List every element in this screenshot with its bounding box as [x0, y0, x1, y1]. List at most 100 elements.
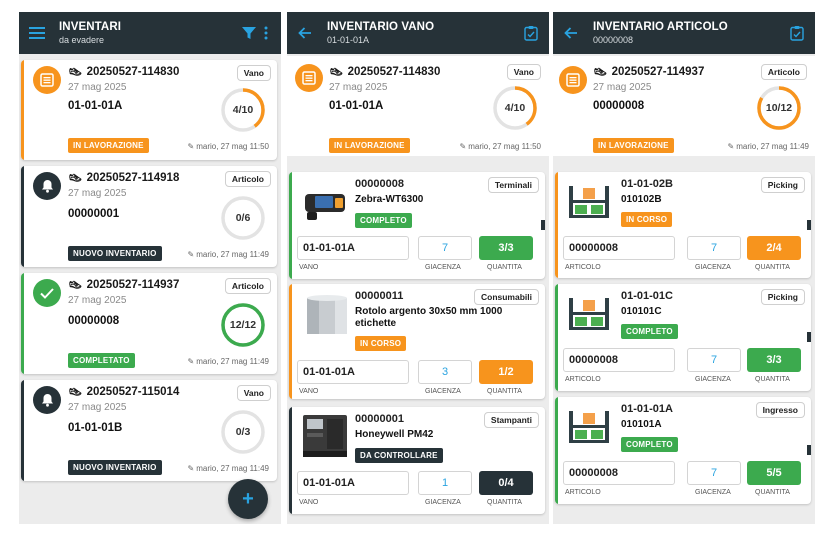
article-caption: ARTICOLO [565, 264, 601, 271]
location-card[interactable]: 01-01-01A 010101A Ingresso COMPLETO 0000… [555, 397, 811, 504]
type-chip: Articolo [760, 64, 807, 80]
bell-icon [33, 386, 61, 414]
label-roll-image [301, 294, 353, 338]
shelf-icon [567, 184, 619, 228]
progress-text: 0/6 [235, 212, 251, 224]
status-badge: COMPLETATO [68, 353, 135, 368]
inventory-ref: 01-01-01A [329, 100, 384, 112]
inventory-code: 👟︎ 20250527-115014 [68, 386, 180, 399]
progress-ring: 12/12 [219, 301, 267, 349]
item-card[interactable]: 00000008 Zebra-WT6300 Terminali COMPLETO… [289, 172, 545, 279]
user-edit-icon: ✎ [187, 464, 195, 473]
clipboard-check-icon[interactable] [521, 23, 541, 43]
inventory-code: 👟︎ 20250527-114937 [68, 279, 180, 292]
quantity-button[interactable]: 3/3 [479, 236, 533, 260]
inventory-header: 👟︎ 20250527-114937 27 mag 2025 00000008 A… [553, 56, 815, 156]
item-card[interactable]: 00000011 Rotolo argento 30x50 mm 1000 et… [289, 284, 545, 399]
quantity-caption: QUANTITA [487, 264, 522, 271]
item-card[interactable]: 00000001 Honeywell PM42 Stampanti DA CON… [289, 407, 545, 514]
stock-field: 7 [687, 348, 741, 372]
page-title: INVENTARIO ARTICOLO [593, 21, 728, 33]
quantity-button[interactable]: 3/3 [747, 348, 801, 372]
quantity-button[interactable]: 1/2 [479, 360, 533, 384]
meta: ✎ mario, 27 mag 11:49 [187, 464, 269, 473]
category-chip: Picking [760, 177, 805, 193]
location-caption: VANO [299, 499, 319, 506]
status-badge: IN CORSO [355, 336, 407, 351]
location-card[interactable]: 01-01-02B 010102B Picking IN CORSO 00000… [555, 172, 811, 278]
category-chip: Terminali [487, 177, 539, 193]
progress-ring: 0/3 [219, 408, 267, 456]
page-subtitle: 00000008 [593, 35, 634, 45]
status-badge: NUOVO INVENTARIO [68, 246, 162, 261]
category-chip: Ingresso [755, 402, 805, 418]
inventory-ref: 01-01-01A [68, 100, 123, 112]
status-badge: DA CONTROLLARE [355, 448, 443, 463]
shoe-icon: 👟︎ [68, 280, 83, 292]
add-inventory-button[interactable]: + [228, 479, 268, 519]
back-arrow-icon[interactable] [561, 23, 581, 43]
card-notch [541, 220, 545, 230]
inventory-code: 👟︎ 20250527-114937 [593, 66, 705, 79]
inventory-card[interactable]: 👟︎ 20250527-114918 27 mag 2025 00000001 A… [21, 166, 277, 267]
menu-icon[interactable] [27, 23, 47, 43]
inventory-location-screen: INVENTARIO VANO 01-01-01A 👟︎ 20250527-114… [287, 12, 549, 524]
type-chip: Vano [236, 65, 271, 81]
location-code: 01-01-01C [621, 290, 673, 302]
meta: ✎ mario, 27 mag 11:49 [187, 357, 269, 366]
stock-field: 7 [687, 236, 741, 260]
progress-ring: 0/6 [219, 194, 267, 242]
inventory-code: 👟︎ 20250527-114830 [329, 66, 441, 79]
label-printer-image [299, 413, 351, 457]
status-badge: NUOVO INVENTARIO [68, 460, 162, 475]
inventory-card[interactable]: 👟︎ 20250527-115014 27 mag 2025 01-01-01B … [21, 380, 277, 481]
stock-field: 7 [418, 236, 472, 260]
quantity-button[interactable]: 5/5 [747, 461, 801, 485]
app-bar: INVENTARIO ARTICOLO 00000008 [553, 12, 815, 54]
back-arrow-icon[interactable] [295, 23, 315, 43]
item-name: Rotolo argento 30x50 mm 1000 etichette [355, 306, 503, 329]
clipboard-check-icon[interactable] [787, 23, 807, 43]
shoe-icon: 👟︎ [68, 387, 83, 399]
user-edit-icon: ✎ [187, 142, 195, 151]
shelf-icon [567, 409, 619, 453]
progress-ring: 10/12 [755, 84, 803, 132]
stock-field: 3 [418, 360, 472, 384]
inventory-ref: 00000001 [68, 208, 120, 220]
inventory-card[interactable]: 👟︎ 20250527-114830 27 mag 2025 01-01-01A … [21, 60, 277, 160]
location-card[interactable]: 01-01-01C 010101C Picking COMPLETO 00000… [555, 284, 811, 391]
quantity-caption: QUANTITA [755, 376, 790, 383]
progress-text: 4/10 [232, 104, 254, 116]
user-edit-icon: ✎ [187, 250, 195, 259]
article-caption: ARTICOLO [565, 489, 601, 496]
inventory-article-screen: INVENTARIO ARTICOLO 00000008 👟︎ 20250527-… [553, 12, 815, 524]
bell-icon [33, 172, 61, 200]
inventory-date: 27 mag 2025 [68, 295, 127, 306]
inventory-date: 27 mag 2025 [68, 402, 127, 413]
item-name: Zebra-WT6300 [355, 194, 424, 205]
document-list-icon [33, 66, 61, 94]
stock-caption: GIACENZA [695, 376, 731, 383]
shoe-icon: 👟︎ [593, 67, 608, 79]
page-subtitle: da evadere [59, 35, 105, 45]
inventory-code: 👟︎ 20250527-114918 [68, 172, 180, 185]
meta: ✎ mario, 27 mag 11:50 [187, 142, 269, 151]
more-vert-icon[interactable] [259, 23, 273, 43]
sublocation-code: 010101A [621, 419, 662, 430]
inventory-date: 27 mag 2025 [68, 82, 127, 93]
quantity-button[interactable]: 2/4 [747, 236, 801, 260]
status-badge: COMPLETO [621, 324, 678, 339]
type-chip: Articolo [224, 171, 271, 187]
status-badge: IN LAVORAZIONE [68, 138, 149, 153]
type-chip: Articolo [224, 278, 271, 294]
article-caption: ARTICOLO [565, 376, 601, 383]
page-subtitle: 01-01-01A [327, 35, 370, 45]
document-list-icon [559, 66, 587, 94]
quantity-button[interactable]: 0/4 [479, 471, 533, 495]
status-badge: IN LAVORAZIONE [593, 138, 674, 153]
inventory-card[interactable]: 👟︎ 20250527-114937 27 mag 2025 00000008 A… [21, 273, 277, 374]
app-bar: INVENTARIO VANO 01-01-01A [287, 12, 549, 54]
article-field: 00000008 [563, 348, 675, 372]
meta: ✎ mario, 27 mag 11:50 [459, 142, 541, 151]
filter-icon[interactable] [239, 23, 259, 43]
